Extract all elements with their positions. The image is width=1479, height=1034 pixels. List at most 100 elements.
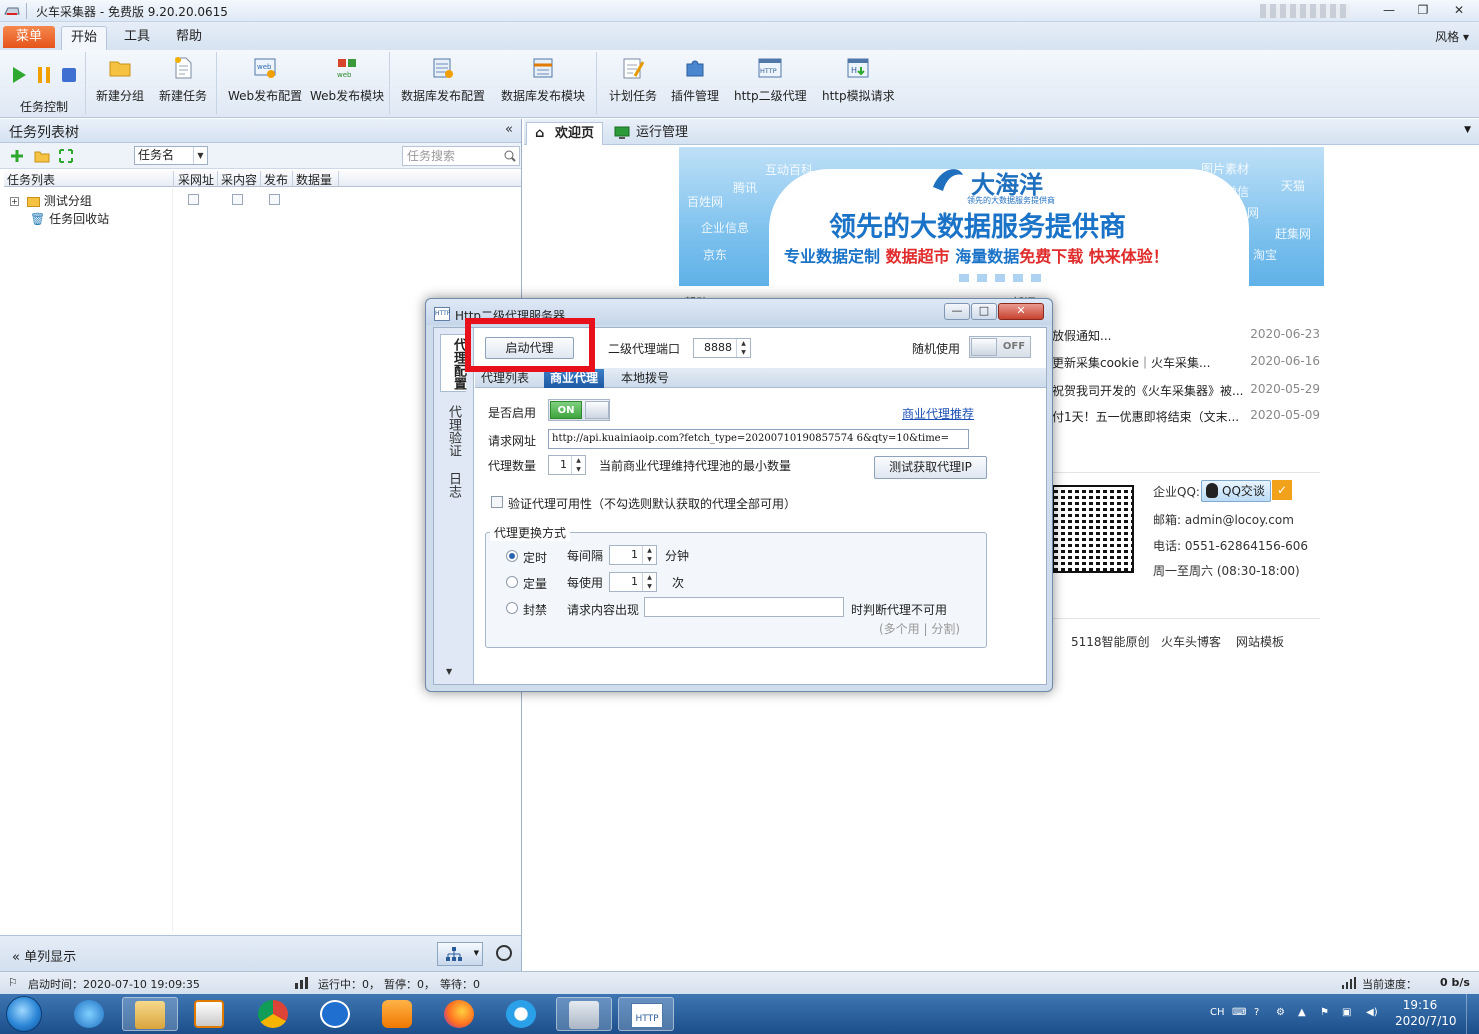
vtab-proxy-verify[interactable]: 代理验证 bbox=[441, 402, 461, 460]
tree-view-button[interactable]: ▼ bbox=[437, 942, 483, 966]
scheduled-task-button[interactable]: 计划任务 bbox=[609, 56, 657, 104]
taskbar-sogou[interactable] bbox=[308, 997, 364, 1031]
collect-url-checkbox[interactable] bbox=[188, 194, 199, 205]
taskbar-uc[interactable] bbox=[370, 997, 426, 1031]
tab-help[interactable]: 帮助 bbox=[166, 26, 212, 50]
proxy-count-stepper[interactable]: 1 ▲ ▼ bbox=[548, 455, 586, 475]
dialog-close-button[interactable]: ✕ bbox=[998, 303, 1044, 320]
column-collect-url[interactable]: 采网址 bbox=[175, 171, 218, 187]
http-simulate-button[interactable]: H http模拟请求 bbox=[822, 56, 895, 104]
taskbar-chrome[interactable] bbox=[246, 997, 302, 1031]
menu-button[interactable]: 菜单 bbox=[3, 26, 55, 48]
vtab-proxy-config[interactable]: 代理配置 bbox=[440, 334, 466, 392]
column-publish[interactable]: 发布 bbox=[261, 171, 293, 187]
taskbar-ie[interactable] bbox=[62, 997, 118, 1031]
dialog-minimize-button[interactable]: — bbox=[944, 303, 970, 320]
single-column-toggle[interactable]: « 单列显示 bbox=[12, 946, 76, 965]
subtab-proxy-list[interactable]: 代理列表 bbox=[475, 369, 535, 388]
taskbar-media[interactable] bbox=[182, 997, 238, 1031]
minimize-icon[interactable]: — bbox=[1380, 2, 1398, 18]
search-field-select[interactable]: 任务名 ▼ bbox=[134, 146, 208, 165]
db-publish-config-button[interactable]: 数据库发布配置 bbox=[401, 56, 485, 104]
close-icon[interactable]: ✕ bbox=[1450, 2, 1468, 18]
spin-arrows-icon[interactable]: ▲ ▼ bbox=[642, 573, 656, 591]
footer-link[interactable]: 5118智能原创 bbox=[1071, 633, 1150, 650]
system-clock[interactable]: 19:16 2020/7/10 bbox=[1395, 997, 1457, 1029]
volume-icon[interactable]: ◀) bbox=[1366, 1007, 1378, 1018]
taskbar-explorer[interactable] bbox=[122, 997, 178, 1031]
use-count-stepper[interactable]: 1 ▲ ▼ bbox=[609, 572, 657, 592]
chevron-up-icon[interactable]: ▲ bbox=[1298, 1007, 1306, 1018]
new-task-button[interactable]: 新建任务 bbox=[159, 56, 207, 104]
footer-link[interactable]: 网站模板 bbox=[1236, 633, 1284, 650]
commercial-proxy-recommend-link[interactable]: 商业代理推荐 bbox=[902, 405, 974, 422]
port-stepper[interactable]: 8888 ▲ ▼ bbox=[693, 338, 751, 358]
test-fetch-proxy-button[interactable]: 测试获取代理IP bbox=[874, 456, 987, 479]
pause-icon[interactable] bbox=[36, 66, 52, 84]
network-icon[interactable]: ▣ bbox=[1342, 1007, 1351, 1018]
news-item[interactable]: 放假通知... 2020-06-23 bbox=[1052, 327, 1320, 344]
tab-start[interactable]: 开始 bbox=[61, 26, 107, 50]
tab-list-dropdown-icon[interactable]: ▼ bbox=[1464, 125, 1471, 135]
keyboard-icon[interactable]: ⌨ bbox=[1232, 1007, 1246, 1018]
vtab-log[interactable]: 日志 bbox=[441, 470, 461, 500]
news-item[interactable]: 付1天！五一优惠即将结束（文末... 2020-05-09 bbox=[1052, 408, 1320, 425]
tree-item-test-group[interactable]: + 测试分组 bbox=[10, 192, 92, 209]
subtab-commercial-proxy[interactable]: 商业代理 bbox=[544, 369, 605, 388]
ban-content-input[interactable] bbox=[644, 597, 844, 617]
expand-icon[interactable]: + bbox=[10, 197, 19, 206]
taskbar-locoy[interactable] bbox=[556, 997, 612, 1031]
spin-arrows-icon[interactable]: ▲ ▼ bbox=[736, 339, 750, 357]
news-item[interactable]: 更新采集cookie｜火车采集... 2020-06-16 bbox=[1052, 354, 1320, 371]
subtab-local-dial[interactable]: 本地拨号 bbox=[615, 369, 675, 388]
flag-icon[interactable]: ⚑ bbox=[1320, 1007, 1329, 1018]
request-url-input[interactable]: http://api.kuainiaoip.com?fetch_type=202… bbox=[548, 429, 969, 449]
random-use-toggle[interactable]: OFF bbox=[969, 336, 1031, 358]
restore-icon[interactable]: ❐ bbox=[1414, 2, 1432, 18]
help-icon[interactable]: ? bbox=[1254, 1007, 1259, 1018]
ime-indicator[interactable]: CH bbox=[1210, 1007, 1225, 1018]
play-icon[interactable] bbox=[11, 66, 27, 84]
tab-welcome[interactable]: ⌂ 欢迎页 bbox=[526, 122, 604, 145]
tree-item-recycle-bin[interactable]: 🗑 任务回收站 bbox=[30, 210, 109, 227]
promo-banner[interactable]: 互动百科 腾讯 百姓网 企业信息 京东 图片素材 微信 天猫 当当网 赶集网 淘… bbox=[679, 147, 1324, 286]
column-data-count[interactable]: 数据量 bbox=[293, 171, 339, 187]
taskbar-browser[interactable] bbox=[494, 997, 550, 1031]
collect-content-checkbox[interactable] bbox=[232, 194, 243, 205]
taskbar-http-proxy[interactable]: HTTP bbox=[618, 997, 674, 1031]
verify-availability-checkbox[interactable] bbox=[491, 496, 503, 508]
scroll-down-icon[interactable]: ▼ bbox=[446, 667, 452, 676]
column-collect-content[interactable]: 采内容 bbox=[218, 171, 261, 187]
expand-all-icon[interactable] bbox=[59, 149, 73, 163]
plugin-manage-button[interactable]: 插件管理 bbox=[671, 56, 719, 104]
column-task-list[interactable]: 任务列表 bbox=[4, 171, 174, 187]
show-desktop-button[interactable] bbox=[1466, 994, 1479, 1034]
collapse-pane-icon[interactable]: « bbox=[505, 122, 513, 137]
start-button[interactable] bbox=[6, 996, 42, 1032]
tab-run-manage[interactable]: 运行管理 bbox=[608, 122, 696, 145]
timed-radio[interactable] bbox=[506, 550, 518, 562]
interval-stepper[interactable]: 1 ▲ ▼ bbox=[609, 545, 657, 565]
db-publish-module-button[interactable]: 数据库发布模块 bbox=[501, 56, 585, 104]
footer-link[interactable]: 火车头博客 bbox=[1161, 633, 1221, 650]
clock-icon[interactable] bbox=[496, 945, 512, 961]
dialog-maximize-button[interactable]: □ bbox=[971, 303, 997, 320]
news-item[interactable]: 祝贺我司开发的《火车采集器》被... 2020-05-29 bbox=[1052, 382, 1320, 399]
web-publish-config-button[interactable]: web Web发布配置 bbox=[228, 56, 302, 104]
spin-arrows-icon[interactable]: ▲ ▼ bbox=[571, 456, 585, 474]
quantity-radio[interactable] bbox=[506, 576, 518, 588]
new-group-button[interactable]: 新建分组 bbox=[96, 56, 144, 104]
ban-radio[interactable] bbox=[506, 602, 518, 614]
carousel-dots[interactable] bbox=[959, 271, 1049, 285]
qq-chat-button[interactable]: QQ交谈 ✓ bbox=[1201, 480, 1292, 502]
web-publish-module-button[interactable]: web Web发布模块 bbox=[310, 56, 384, 104]
http-proxy-button[interactable]: HTTP http二级代理 bbox=[734, 56, 807, 104]
add-icon[interactable] bbox=[10, 149, 24, 163]
taskbar-firefox[interactable] bbox=[432, 997, 488, 1031]
stop-icon[interactable] bbox=[61, 67, 77, 83]
tab-tools[interactable]: 工具 bbox=[114, 26, 160, 50]
settings-icon[interactable]: ⚙ bbox=[1276, 1007, 1285, 1018]
task-search-input[interactable]: 任务搜索 bbox=[402, 146, 520, 166]
style-menu[interactable]: 风格 ▾ bbox=[1435, 28, 1469, 45]
start-proxy-button[interactable]: 启动代理 bbox=[485, 337, 574, 359]
